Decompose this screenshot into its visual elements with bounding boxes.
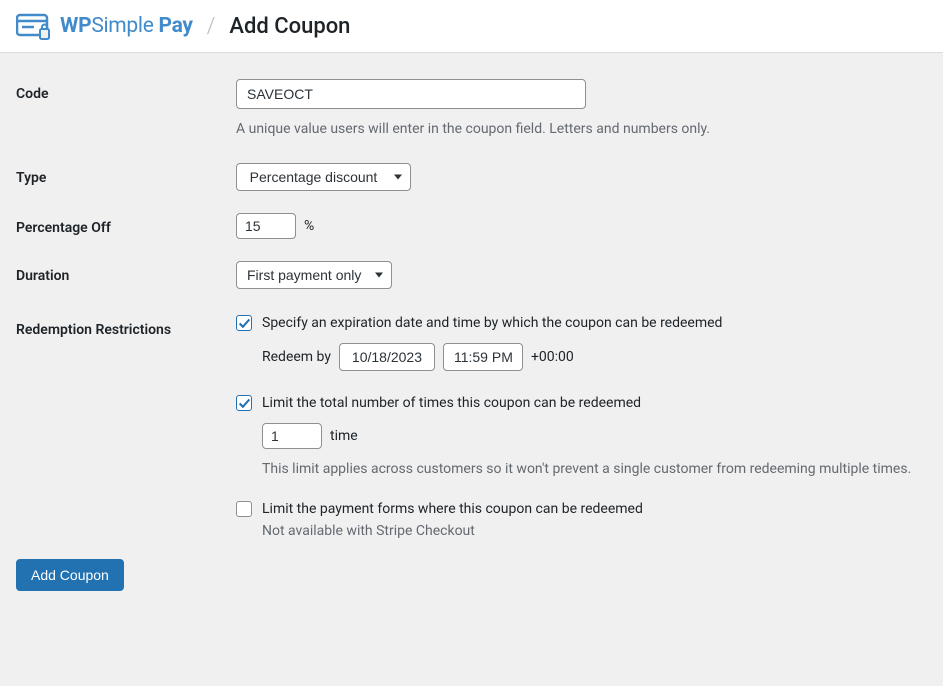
expiration-label: Specify an expiration date and time by w…: [262, 315, 722, 331]
limit-total-suffix: time: [330, 428, 358, 444]
code-input[interactable]: [236, 79, 586, 109]
percentage-suffix: %: [304, 218, 314, 234]
restriction-limit-forms: Limit the payment forms where this coupo…: [236, 501, 927, 539]
label-duration: Duration: [16, 261, 236, 284]
brand-name: WPSimple Pay: [60, 14, 193, 38]
redeem-time-input[interactable]: [443, 343, 523, 371]
row-percentage: Percentage Off %: [16, 213, 927, 239]
limit-total-input[interactable]: [262, 423, 322, 449]
limit-forms-label: Limit the payment forms where this coupo…: [262, 501, 643, 517]
label-type: Type: [16, 163, 236, 186]
add-coupon-button[interactable]: Add Coupon: [16, 559, 124, 591]
row-type: Type Percentage discount: [16, 163, 927, 191]
restriction-limit-total: Limit the total number of times this cou…: [236, 395, 927, 477]
limit-total-help: This limit applies across customers so i…: [262, 461, 927, 477]
page-title: Add Coupon: [229, 14, 350, 39]
label-restrictions: Redemption Restrictions: [16, 315, 236, 338]
row-restrictions: Redemption Restrictions Specify an expir…: [16, 315, 927, 539]
code-help: A unique value users will enter in the c…: [236, 121, 927, 137]
limit-total-checkbox[interactable]: [236, 395, 252, 411]
redeem-date-input[interactable]: [339, 343, 435, 371]
limit-forms-checkbox[interactable]: [236, 501, 252, 517]
type-select[interactable]: Percentage discount: [236, 163, 411, 191]
breadcrumb-divider: /: [207, 14, 216, 39]
row-duration: Duration First payment only: [16, 261, 927, 289]
row-code: Code A unique value users will enter in …: [16, 79, 927, 137]
brand-logo: WPSimple Pay: [16, 12, 193, 40]
label-code: Code: [16, 79, 236, 102]
duration-select[interactable]: First payment only: [236, 261, 392, 289]
form-content: Code A unique value users will enter in …: [0, 53, 943, 611]
label-percentage: Percentage Off: [16, 213, 236, 236]
redeem-by-label: Redeem by: [262, 349, 331, 365]
expiration-checkbox[interactable]: [236, 315, 252, 331]
timezone-text: +00:00: [531, 349, 574, 365]
limit-forms-note: Not available with Stripe Checkout: [262, 523, 927, 539]
limit-total-label: Limit the total number of times this cou…: [262, 395, 641, 411]
percentage-input[interactable]: [236, 213, 296, 239]
page-header: WPSimple Pay / Add Coupon: [0, 0, 943, 53]
restriction-expiration: Specify an expiration date and time by w…: [236, 315, 927, 371]
brand-icon: [16, 12, 52, 40]
